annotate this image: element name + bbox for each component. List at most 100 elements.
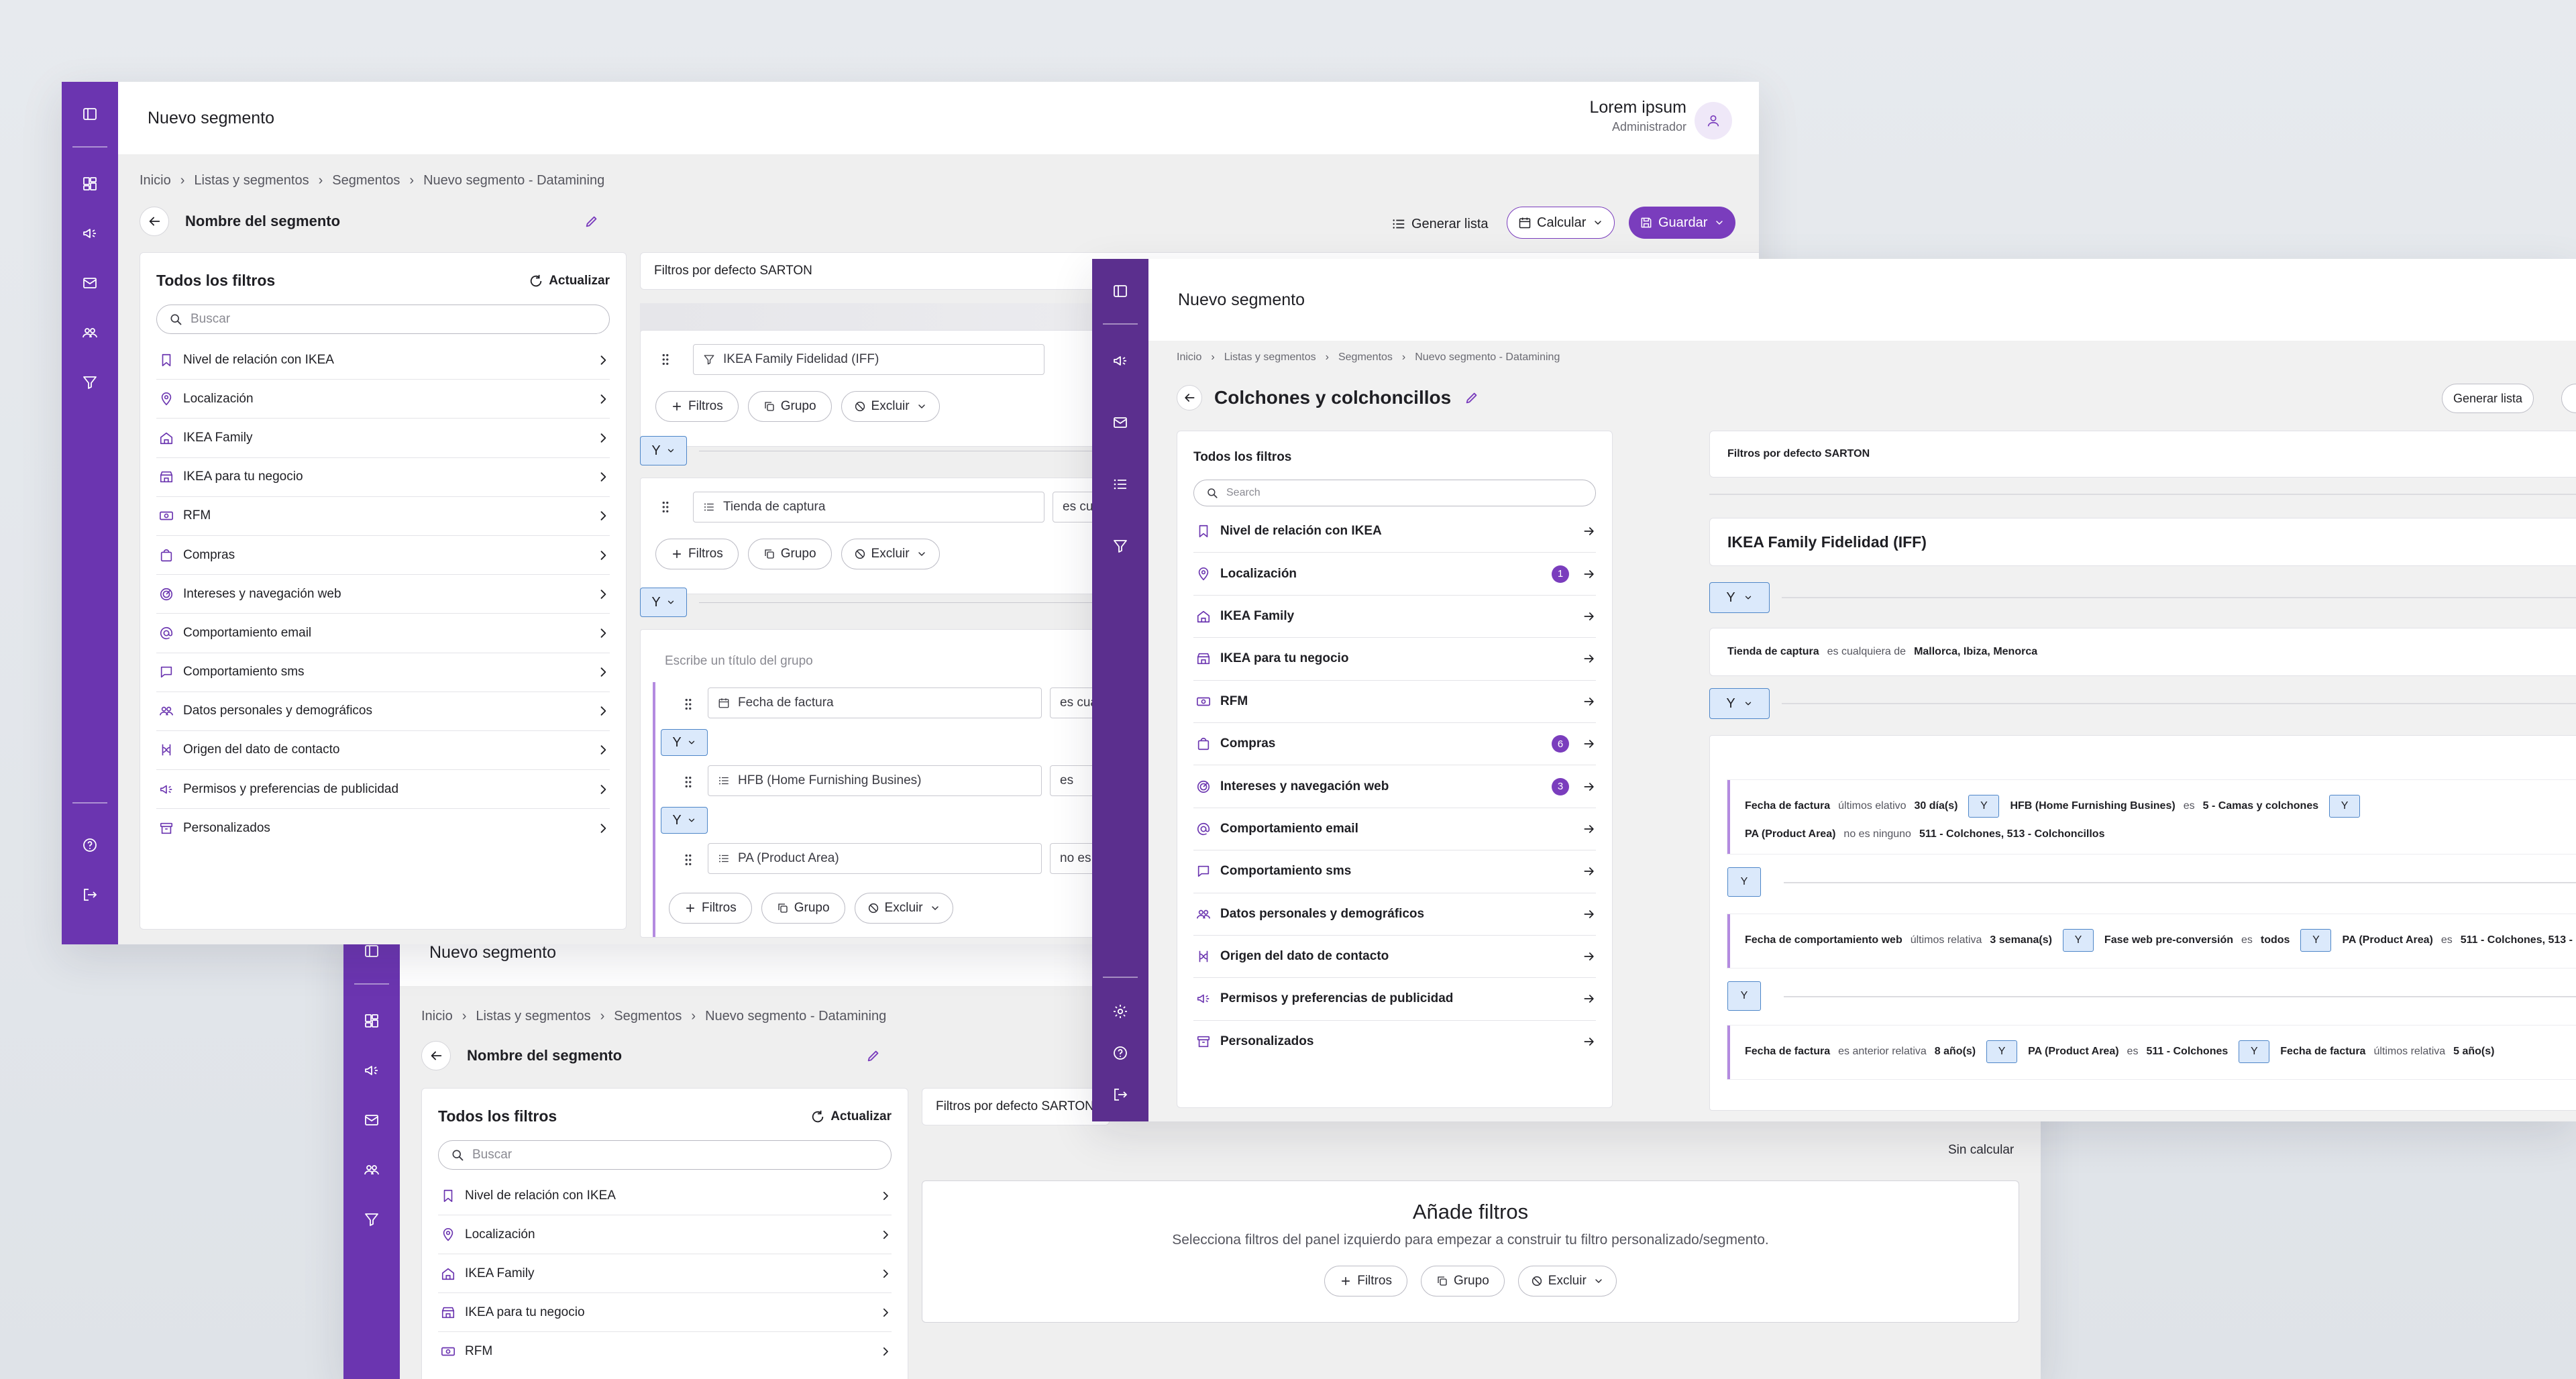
condition-field[interactable]: Fecha de factura	[708, 687, 1042, 718]
breadcrumb-home[interactable]: Inicio	[140, 173, 171, 188]
drag-handle-icon[interactable]	[681, 775, 696, 789]
filter-item[interactable]: Permisos y preferencias de publicidad	[156, 770, 610, 810]
pencil-icon[interactable]	[866, 1048, 881, 1063]
add-group-button[interactable]: Grupo	[747, 539, 832, 569]
filter-item[interactable]: Datos personales y demográficos	[1193, 893, 1596, 936]
filter-item[interactable]: Personalizados	[1193, 1021, 1596, 1063]
back-button[interactable]	[140, 207, 169, 236]
help-icon[interactable]	[1107, 1040, 1134, 1066]
breadcrumb-segments[interactable]: Segmentos	[332, 173, 400, 188]
calculate-button[interactable]: Calcular	[1507, 207, 1615, 239]
filter-item[interactable]: Compras	[156, 536, 610, 575]
breadcrumb-segments[interactable]: Segmentos	[614, 1009, 682, 1024]
filter-item[interactable]: Comportamiento email	[1193, 808, 1596, 851]
add-group-button[interactable]: Grupo	[761, 893, 845, 924]
pencil-icon[interactable]	[1464, 390, 1479, 405]
filter-item[interactable]: Comportamiento sms	[156, 653, 610, 692]
back-button[interactable]	[1177, 385, 1202, 410]
filter-item[interactable]: IKEA para tu negocio	[438, 1293, 892, 1332]
condition-field[interactable]: HFB (Home Furnishing Busines)	[708, 765, 1042, 796]
add-filters-button[interactable]: Filtros	[669, 893, 752, 924]
group-title-input[interactable]: Escribe un título del grupo	[665, 654, 813, 669]
filter-item[interactable]: Datos personales y demográficos	[156, 692, 610, 731]
and-chip[interactable]: Y	[2300, 929, 2332, 952]
help-icon[interactable]	[76, 832, 103, 859]
and-operator-select[interactable]: Y	[640, 588, 687, 617]
drag-handle-icon[interactable]	[658, 352, 673, 367]
filter-item[interactable]: Localización	[438, 1215, 892, 1254]
and-operator-select[interactable]: Y	[1709, 582, 1770, 613]
filter-item[interactable]: RFM	[1193, 681, 1596, 723]
filter-item[interactable]: IKEA Family	[438, 1254, 892, 1293]
add-filters-button[interactable]: Filtros	[655, 391, 739, 422]
filter-item[interactable]: IKEA para tu negocio	[1193, 638, 1596, 681]
and-operator-select[interactable]: Y	[1709, 688, 1770, 719]
filter-item[interactable]: Intereses y navegación web 3	[1193, 765, 1596, 808]
back-button[interactable]	[421, 1041, 451, 1070]
condition-field[interactable]: IKEA Family Fidelidad (IFF)	[693, 344, 1044, 375]
search-input[interactable]: Buscar	[156, 305, 610, 334]
generate-list-button[interactable]: Generar lista	[2442, 384, 2534, 413]
filter-item[interactable]: RFM	[156, 497, 610, 536]
calculate-button[interactable]	[2561, 384, 2576, 413]
breadcrumb-lists[interactable]: Listas y segmentos	[194, 173, 309, 188]
filter-item[interactable]: Permisos y preferencias de publicidad	[1193, 978, 1596, 1021]
exclude-button[interactable]: Excluir	[841, 539, 940, 569]
pencil-icon[interactable]	[584, 214, 599, 229]
filter-item[interactable]: Nivel de relación con IKEA	[1193, 510, 1596, 553]
megaphone-icon[interactable]	[76, 220, 103, 247]
people-icon[interactable]	[358, 1156, 385, 1183]
add-filters-button[interactable]: Filtros	[1324, 1266, 1407, 1297]
breadcrumb-lists[interactable]: Listas y segmentos	[476, 1009, 590, 1024]
and-chip[interactable]: Y	[1727, 867, 1761, 897]
breadcrumb-segments[interactable]: Segmentos	[1338, 351, 1393, 364]
settings-icon[interactable]	[1107, 998, 1134, 1025]
dashboard-icon[interactable]	[76, 170, 103, 197]
condition-field[interactable]: Tienda de captura	[693, 492, 1044, 522]
condition-field[interactable]: PA (Product Area)	[708, 843, 1042, 874]
refresh-button[interactable]: Actualizar	[810, 1109, 892, 1124]
and-operator-select[interactable]: Y	[661, 807, 708, 834]
add-group-button[interactable]: Grupo	[747, 391, 832, 422]
and-operator-select[interactable]: Y	[661, 729, 708, 756]
mail-icon[interactable]	[358, 1107, 385, 1134]
people-icon[interactable]	[76, 319, 103, 346]
drag-handle-icon[interactable]	[681, 852, 696, 867]
layout-icon[interactable]	[76, 101, 103, 127]
avatar[interactable]	[1695, 102, 1732, 140]
exclude-button[interactable]: Excluir	[854, 893, 953, 924]
add-filters-button[interactable]: Filtros	[655, 539, 739, 569]
breadcrumb-home[interactable]: Inicio	[1177, 351, 1201, 364]
filter-item[interactable]: Nivel de relación con IKEA	[438, 1176, 892, 1215]
filter-item[interactable]: Nivel de relación con IKEA	[156, 341, 610, 380]
drag-handle-icon[interactable]	[658, 500, 673, 514]
add-group-button[interactable]: Grupo	[1420, 1266, 1505, 1297]
and-chip[interactable]: Y	[1727, 981, 1761, 1011]
breadcrumb-lists[interactable]: Listas y segmentos	[1224, 351, 1316, 364]
filter-item[interactable]: Compras 6	[1193, 723, 1596, 766]
drag-handle-icon[interactable]	[681, 697, 696, 712]
layout-icon[interactable]	[1107, 278, 1134, 305]
refresh-button[interactable]: Actualizar	[529, 274, 610, 288]
filter-item[interactable]: Comportamiento sms	[1193, 850, 1596, 893]
filter-icon[interactable]	[358, 1206, 385, 1233]
mail-icon[interactable]	[1107, 409, 1134, 436]
dashboard-icon[interactable]	[358, 1007, 385, 1034]
and-operator-select[interactable]: Y	[640, 436, 687, 465]
breadcrumb-home[interactable]: Inicio	[421, 1009, 453, 1024]
and-chip[interactable]: Y	[2239, 1040, 2270, 1063]
search-input[interactable]: Buscar	[438, 1140, 892, 1170]
filter-icon[interactable]	[1107, 533, 1134, 559]
list-icon[interactable]	[1107, 471, 1134, 498]
filter-item[interactable]: Origen del dato de contacto	[1193, 936, 1596, 979]
exclude-button[interactable]: Excluir	[841, 391, 940, 422]
filter-item[interactable]: IKEA para tu negocio	[156, 458, 610, 497]
generate-list-button[interactable]: Generar lista	[1389, 209, 1491, 239]
filter-item[interactable]: IKEA Family	[156, 419, 610, 458]
filter-icon[interactable]	[76, 369, 103, 396]
search-input[interactable]: Search	[1193, 480, 1596, 506]
filter-item[interactable]: Localización 1	[1193, 553, 1596, 596]
filter-item[interactable]: Localización	[156, 380, 610, 419]
save-button[interactable]: Guardar	[1629, 207, 1736, 239]
and-chip[interactable]: Y	[1986, 1040, 2018, 1063]
